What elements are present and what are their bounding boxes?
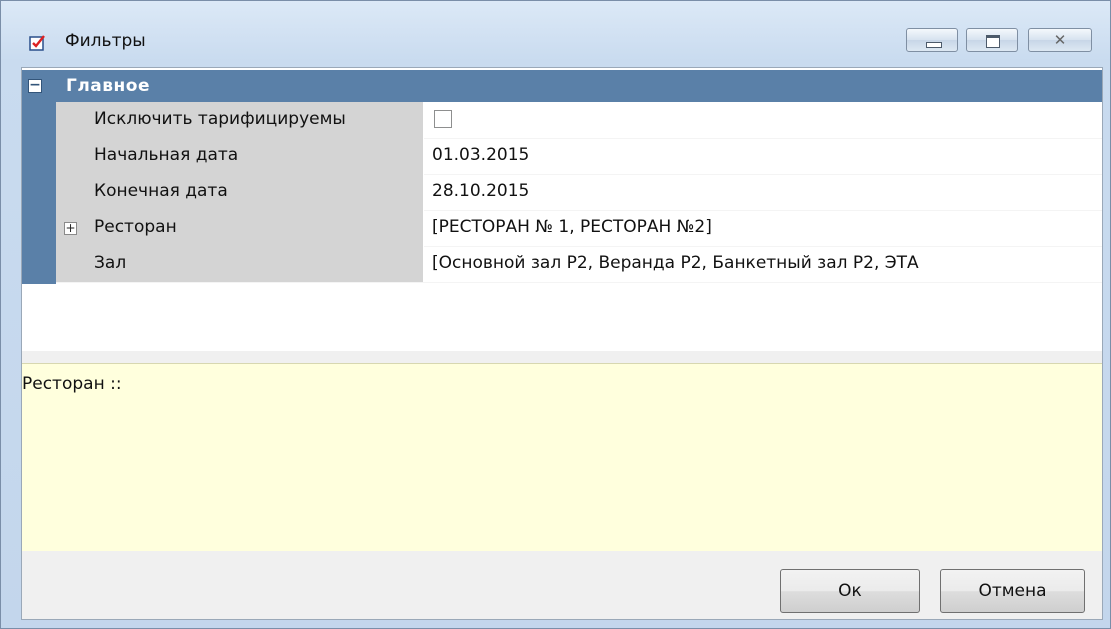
start-date-value[interactable]: 01.03.2015: [432, 145, 1102, 165]
exclude-tariffed-checkbox[interactable]: [434, 110, 452, 128]
property-row-hall[interactable]: Зал [Основной зал Р2, Веранда Р2, Банкет…: [56, 246, 1102, 283]
close-icon: ✕: [1053, 31, 1067, 49]
property-label: Зал: [94, 253, 127, 273]
property-label: Ресторан: [94, 217, 177, 237]
checklist-icon: [29, 35, 45, 51]
description-text: Ресторан ::: [22, 374, 122, 394]
category-row-main[interactable]: − Главное: [22, 70, 1102, 102]
property-grid: − Главное Исключить тарифицируемы Началь…: [22, 68, 1102, 352]
property-row-restaurant[interactable]: + Ресторан [РЕСТОРАН № 1, РЕСТОРАН №2]: [56, 210, 1102, 247]
end-date-value[interactable]: 28.10.2015: [432, 181, 1102, 201]
close-button[interactable]: ✕: [1028, 28, 1092, 52]
property-name-cell: Исключить тарифицируемы: [56, 102, 424, 138]
splitter[interactable]: [22, 351, 1102, 363]
restaurant-value[interactable]: [РЕСТОРАН № 1, РЕСТОРАН №2]: [432, 217, 1102, 237]
cancel-button[interactable]: Отмена: [940, 569, 1085, 613]
property-row-exclude-tariffed[interactable]: Исключить тарифицируемы: [56, 102, 1102, 139]
minimize-icon: [926, 42, 942, 48]
category-label: Главное: [66, 76, 150, 96]
maximize-icon: [986, 35, 1000, 48]
property-label: Исключить тарифицируемы: [94, 109, 346, 129]
minimize-button[interactable]: [906, 28, 958, 52]
window-title: Фильтры: [65, 31, 146, 51]
property-name-cell: + Ресторан: [56, 210, 424, 246]
description-panel: Ресторан ::: [22, 363, 1102, 551]
category-gutter: [22, 102, 56, 284]
property-row-start-date[interactable]: Начальная дата 01.03.2015: [56, 138, 1102, 175]
property-name-cell: Зал: [56, 246, 424, 282]
expand-icon[interactable]: +: [64, 222, 77, 235]
collapse-icon[interactable]: −: [28, 78, 42, 93]
hall-value[interactable]: [Основной зал Р2, Веранда Р2, Банкетный …: [432, 253, 1102, 273]
filters-dialog: Фильтры ✕ − Главное Исключить тарифициру…: [0, 0, 1111, 629]
maximize-button[interactable]: [966, 28, 1018, 52]
dialog-body: − Главное Исключить тарифицируемы Началь…: [21, 67, 1103, 620]
property-name-cell: Конечная дата: [56, 174, 424, 210]
ok-button[interactable]: Ок: [780, 569, 920, 613]
property-row-end-date[interactable]: Конечная дата 28.10.2015: [56, 174, 1102, 211]
property-name-cell: Начальная дата: [56, 138, 424, 174]
property-label: Конечная дата: [94, 181, 228, 201]
title-bar[interactable]: Фильтры ✕: [1, 1, 1110, 65]
property-label: Начальная дата: [94, 145, 239, 165]
